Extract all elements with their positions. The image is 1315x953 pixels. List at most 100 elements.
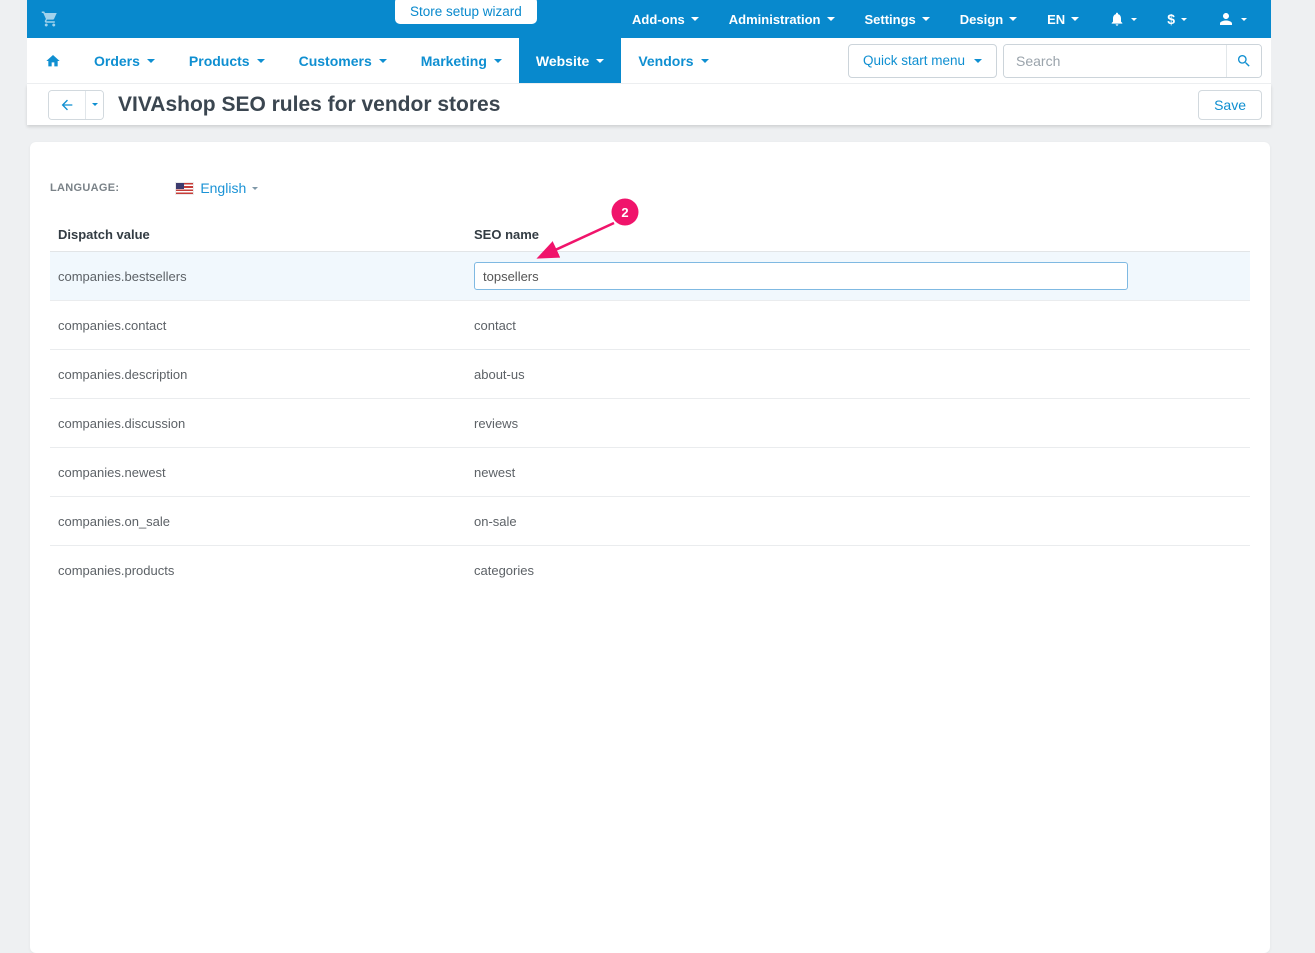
nav-products-label: Products bbox=[189, 53, 250, 69]
chevron-down-icon bbox=[92, 103, 98, 106]
currency-menu[interactable]: $ bbox=[1167, 11, 1187, 27]
chevron-down-icon bbox=[1241, 18, 1247, 21]
search-button[interactable] bbox=[1226, 45, 1261, 77]
content-panel: LANGUAGE: English Dispatch value SEO nam… bbox=[30, 142, 1270, 953]
seo-name-input[interactable] bbox=[474, 262, 1128, 290]
store-setup-wizard-button[interactable]: Store setup wizard bbox=[395, 0, 537, 24]
back-button[interactable] bbox=[49, 91, 85, 119]
chevron-down-icon bbox=[922, 17, 930, 21]
menu-design[interactable]: Design bbox=[960, 12, 1017, 27]
table-row: companies.discussion reviews bbox=[50, 399, 1250, 448]
dispatch-value-cell: companies.description bbox=[50, 367, 466, 382]
seo-rules-table: Dispatch value SEO name companies.bestse… bbox=[50, 218, 1250, 595]
chevron-down-icon bbox=[257, 59, 265, 63]
dispatch-value-cell: companies.discussion bbox=[50, 416, 466, 431]
table-header-row: Dispatch value SEO name bbox=[50, 218, 1250, 252]
column-header-dispatch: Dispatch value bbox=[50, 227, 466, 242]
top-bar: Store setup wizard Add-ons Administratio… bbox=[27, 0, 1271, 38]
nav-website-active[interactable]: Website bbox=[519, 38, 621, 83]
dispatch-value-cell: companies.on_sale bbox=[50, 514, 466, 529]
nav-marketing[interactable]: Marketing bbox=[404, 38, 519, 83]
quick-start-menu-label: Quick start menu bbox=[863, 53, 965, 68]
seo-name-cell[interactable]: about-us bbox=[466, 367, 1250, 382]
dispatch-value-cell: companies.newest bbox=[50, 465, 466, 480]
menu-language-en[interactable]: EN bbox=[1047, 12, 1079, 27]
table-row: companies.contact contact bbox=[50, 301, 1250, 350]
us-flag-icon[interactable] bbox=[176, 183, 193, 194]
main-nav: Orders Products Customers Marketing Webs… bbox=[27, 38, 1271, 84]
dispatch-value-cell: companies.products bbox=[50, 563, 466, 578]
header-chrome: Store setup wizard Add-ons Administratio… bbox=[27, 0, 1271, 125]
dispatch-value-cell: companies.contact bbox=[50, 318, 466, 333]
nav-vendors[interactable]: Vendors bbox=[621, 38, 725, 83]
nav-customers-label: Customers bbox=[299, 53, 372, 69]
search-icon bbox=[1236, 53, 1252, 69]
nav-website-label: Website bbox=[536, 53, 589, 69]
chevron-down-icon bbox=[147, 59, 155, 63]
home-button[interactable] bbox=[27, 38, 77, 83]
quick-start-menu-button[interactable]: Quick start menu bbox=[848, 44, 997, 78]
chevron-down-icon bbox=[494, 59, 502, 63]
seo-name-cell[interactable]: contact bbox=[466, 318, 1250, 333]
bell-icon bbox=[1109, 11, 1125, 27]
menu-design-label: Design bbox=[960, 12, 1003, 27]
menu-language-label: EN bbox=[1047, 12, 1065, 27]
chevron-down-icon bbox=[1071, 17, 1079, 21]
menu-addons[interactable]: Add-ons bbox=[632, 12, 699, 27]
seo-name-cell bbox=[466, 262, 1250, 290]
chevron-down-icon bbox=[701, 59, 709, 63]
table-row: companies.newest newest bbox=[50, 448, 1250, 497]
admin-page: { "topbar": { "wizard_button": "Store se… bbox=[0, 0, 1315, 953]
dispatch-value-cell: companies.bestsellers bbox=[50, 269, 466, 284]
nav-orders-label: Orders bbox=[94, 53, 140, 69]
chevron-down-icon bbox=[596, 59, 604, 63]
nav-vendors-label: Vendors bbox=[638, 53, 693, 69]
home-icon bbox=[45, 53, 61, 69]
user-icon bbox=[1217, 10, 1235, 28]
menu-administration[interactable]: Administration bbox=[729, 12, 835, 27]
title-bar: VIVAshop SEO rules for vendor stores Sav… bbox=[27, 84, 1271, 125]
notifications-menu[interactable] bbox=[1109, 11, 1137, 27]
menu-administration-label: Administration bbox=[729, 12, 821, 27]
chevron-down-icon bbox=[827, 17, 835, 21]
save-button[interactable]: Save bbox=[1198, 90, 1262, 120]
cart-icon[interactable] bbox=[41, 10, 59, 28]
back-dropdown-button[interactable] bbox=[85, 91, 103, 119]
search-box bbox=[1003, 44, 1262, 78]
menu-settings-label: Settings bbox=[865, 12, 916, 27]
table-row: companies.bestsellers bbox=[50, 252, 1250, 301]
column-header-seo: SEO name bbox=[466, 227, 1250, 242]
table-row: companies.products categories bbox=[50, 546, 1250, 595]
language-label: LANGUAGE: bbox=[50, 182, 119, 194]
top-menu: Add-ons Administration Settings Design E… bbox=[632, 10, 1271, 28]
nav-orders[interactable]: Orders bbox=[77, 38, 172, 83]
nav-products[interactable]: Products bbox=[172, 38, 282, 83]
page-title: VIVAshop SEO rules for vendor stores bbox=[118, 93, 500, 117]
seo-name-cell[interactable]: reviews bbox=[466, 416, 1250, 431]
chevron-down-icon bbox=[252, 187, 258, 190]
chevron-down-icon bbox=[1181, 18, 1187, 21]
language-selector-row: LANGUAGE: English bbox=[50, 180, 1250, 196]
arrow-left-icon bbox=[59, 97, 75, 113]
currency-symbol: $ bbox=[1167, 11, 1175, 27]
table-row: companies.description about-us bbox=[50, 350, 1250, 399]
chevron-down-icon bbox=[691, 17, 699, 21]
language-value: English bbox=[200, 180, 246, 196]
back-button-group bbox=[48, 90, 104, 120]
account-menu[interactable] bbox=[1217, 10, 1247, 28]
nav-marketing-label: Marketing bbox=[421, 53, 487, 69]
menu-settings[interactable]: Settings bbox=[865, 12, 930, 27]
chevron-down-icon bbox=[1131, 18, 1137, 21]
search-input[interactable] bbox=[1004, 45, 1226, 77]
menu-addons-label: Add-ons bbox=[632, 12, 685, 27]
seo-name-cell[interactable]: categories bbox=[466, 563, 1250, 578]
chevron-down-icon bbox=[1009, 17, 1017, 21]
nav-right-tools: Quick start menu bbox=[848, 38, 1271, 83]
seo-name-cell[interactable]: on-sale bbox=[466, 514, 1250, 529]
chevron-down-icon bbox=[379, 59, 387, 63]
language-dropdown[interactable]: English bbox=[200, 180, 258, 196]
chevron-down-icon bbox=[974, 59, 982, 63]
nav-customers[interactable]: Customers bbox=[282, 38, 404, 83]
seo-name-cell[interactable]: newest bbox=[466, 465, 1250, 480]
table-row: companies.on_sale on-sale bbox=[50, 497, 1250, 546]
